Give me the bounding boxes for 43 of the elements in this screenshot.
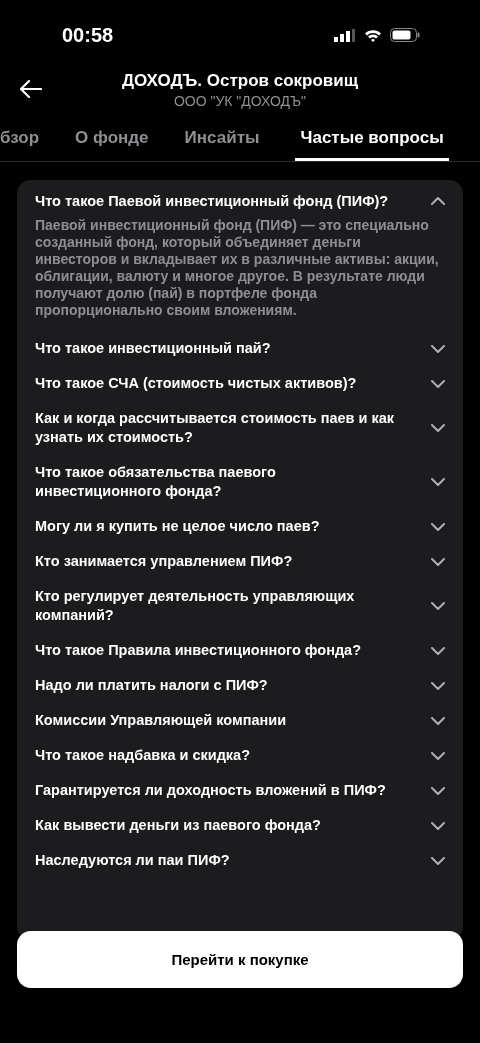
back-arrow-icon[interactable] [20,80,42,98]
faq-question[interactable]: Что такое Паевой инвестиционный фонд (ПИФ)? [35,184,445,219]
tab[interactable]: Инсайты [184,120,260,161]
chevron-down-icon [431,716,445,725]
faq-question[interactable]: Наследуются ли паи ПИФ? [35,843,445,870]
chevron-down-icon [431,751,445,760]
chevron-down-icon [431,821,445,830]
battery-icon [390,28,420,42]
wifi-icon [364,28,382,42]
faq-question[interactable]: Как вывести деньги из паевого фонда? [35,808,445,843]
status-time: 00:58 [62,23,114,47]
faq-question[interactable]: Надо ли платить налоги с ПИФ? [35,668,445,703]
chevron-down-icon [431,646,445,655]
chevron-down-icon [431,344,445,353]
company-name: ООО "УК "ДОХОДЪ" [173,93,307,109]
chevron-down-icon [431,856,445,865]
faq-question[interactable]: Как и когда рассчитывается стоимость паев и как узнать их стоимость? [35,401,445,455]
faq-question[interactable]: Что такое инвестиционный пай? [35,331,445,366]
signal-icon [334,28,356,42]
chevron-up-icon [431,197,445,205]
faq-question[interactable]: Комиссии Управляющей компании [35,703,445,738]
faq-question[interactable]: Что такое Правила инвестиционного фонда? [35,633,445,668]
faq-question[interactable]: Кто занимается управлением ПИФ? [35,544,445,579]
chevron-down-icon [431,602,445,610]
buy-button[interactable]: Перейти к покупке [17,931,463,988]
faq-question[interactable]: Что такое обязательства паевого инвестиционного фонда? [35,455,445,509]
chevron-down-icon [431,681,445,690]
faq-question[interactable]: Что такое СЧА (стоимость чистых активов)? [35,366,445,401]
chevron-down-icon [431,478,445,486]
chevron-down-icon [431,424,445,432]
chevron-down-icon [431,557,445,566]
chevron-down-icon [431,379,445,388]
faq-answer: Паевой инвестиционный фонд (ПИФ) — это специально созданный фонд, который объединяет деньги инвесторов и вкладывает их в различные активы: акции, облигации, валюту и многое другое. В результате люди получают долю (пай) в портфеле фонда пропорционально своим вложениям. [35,217,440,320]
tab[interactable]: Частые вопросы [295,120,449,161]
chevron-down-icon [431,522,445,531]
faq-question[interactable]: Кто регулирует деятельность управляющих компаний? [35,579,445,633]
chevron-down-icon [431,786,445,795]
faq-question[interactable]: Гарантируется ли доходность вложений в ПИФ? [35,773,445,808]
faq-question[interactable]: Что такое надбавка и скидка? [35,738,445,773]
tab[interactable]: бзор [0,120,40,161]
fund-title: ДОХОДЪ. Остров сокровищ [121,71,359,91]
tab[interactable]: О фонде [75,120,149,161]
faq-question[interactable]: Могу ли я купить не целое число паев? [35,509,445,544]
